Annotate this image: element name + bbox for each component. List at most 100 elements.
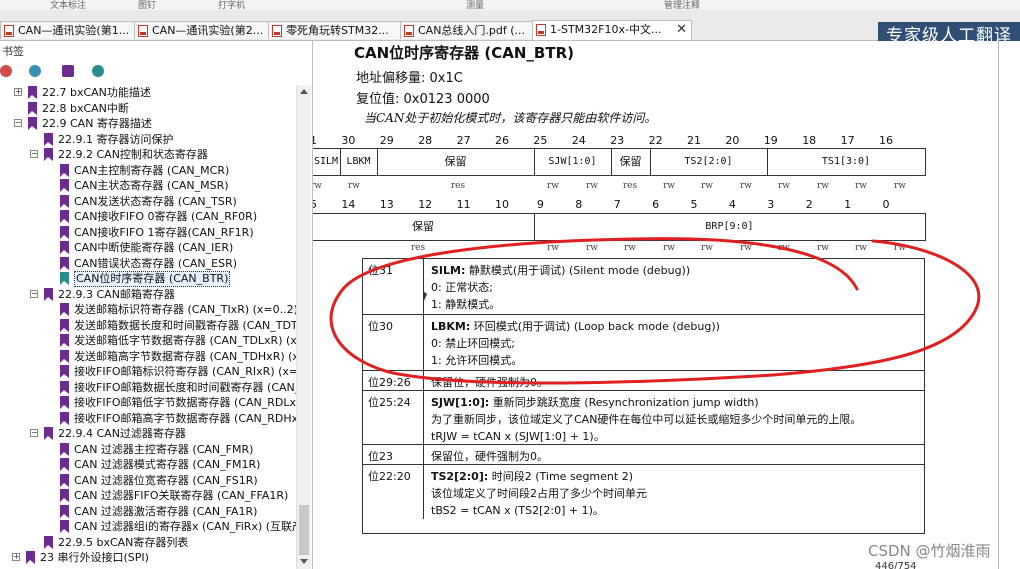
bookmark-icon (60, 210, 69, 223)
bookmark-icon (60, 489, 69, 502)
bookmark-icon (60, 349, 69, 363)
bookmark-label: CAN 过滤器模式寄存器 (CAN_FM1R) (74, 458, 261, 471)
bookmark-icon (60, 318, 69, 332)
bookmark-icon (60, 163, 69, 177)
bookmark-label: 23 串行外设接口(SPI) (40, 551, 149, 564)
pdf-icon (404, 25, 414, 37)
pdf-icon (272, 25, 282, 37)
scroll-up-icon[interactable] (300, 89, 308, 94)
bookmark-label: 发送邮箱高字节数据寄存器 (CAN_TDHxR) (x=0..2) (74, 349, 296, 363)
bookmark-icon (44, 535, 53, 549)
bookmark-label: CAN接收FIFO 0寄存器 (CAN_RF0R) (74, 210, 258, 223)
bookmark-icon (60, 473, 69, 487)
expand-icon[interactable]: + (14, 88, 22, 96)
bookmark-icon (60, 272, 69, 285)
bookmark-icon (44, 132, 53, 146)
tab-label: CAN—通讯实验(第2... (152, 24, 264, 37)
tab-can-exp1[interactable]: CAN—通讯实验(第1... (0, 21, 136, 39)
bookmark-label: CAN 过滤器主控寄存器 (CAN_FMR) (74, 442, 254, 456)
bookmark-label: 22.9.3 CAN邮箱寄存器 (58, 287, 175, 301)
pdf-icon (4, 25, 14, 37)
collapse-icon[interactable]: − (30, 289, 38, 298)
bookmarks-panel: 书签 +22.7 bxCAN功能描述 22.8 bxCAN中断 − 22.9 CAN … (0, 41, 313, 569)
find-bookmark-icon[interactable] (92, 65, 104, 77)
bookmark-icon (60, 256, 69, 270)
bookmark-icon (60, 241, 69, 254)
collapse-icon[interactable]: − (30, 150, 38, 158)
bookmark-label: 22.9.1 寄存器访问保护 (58, 132, 174, 146)
bookmark-icon (44, 148, 53, 161)
bookmark-icon (44, 287, 53, 301)
bookmark-label: CAN 过滤器激活寄存器 (CAN_FA1R) (74, 504, 258, 518)
bookmark-label: CAN发送状态寄存器 (CAN_TSR) (74, 194, 237, 208)
add-bookmark-icon[interactable] (29, 65, 41, 77)
expand-icon[interactable]: + (12, 553, 20, 561)
mouse-cursor (423, 291, 427, 303)
bookmark-icon (60, 396, 69, 409)
bookmark-label: 22.7 bxCAN功能描述 (42, 86, 151, 99)
bookmark-icon (28, 117, 37, 130)
bookmark-label: 接收FIFO邮箱低字节数据寄存器 (CAN_RDLxR) (74, 396, 296, 409)
collapse-icon[interactable]: − (30, 429, 38, 437)
bookmark-icon (60, 411, 69, 425)
bookmark-label: 发送邮箱低字节数据寄存器 (CAN_TDLxR) (x=0..2) (74, 334, 296, 347)
bookmark-label: 22.9.4 CAN过滤器寄存器 (58, 427, 186, 440)
bookmark-label: CAN 过滤器FIFO关联寄存器 (CAN_FFA1R) (74, 489, 289, 502)
bookmark-icon (44, 427, 53, 440)
tab-stm32-book[interactable]: 零死角玩转STM32... (268, 21, 402, 39)
tab-label: 零死角玩转STM32... (286, 24, 389, 37)
bookmark-icon (60, 504, 69, 518)
bookmark-icon (28, 101, 37, 115)
bookmark-label: CAN主状态寄存器 (CAN_MSR) (74, 179, 229, 192)
tab-label: CAN—通讯实验(第1... (18, 24, 130, 37)
bookmarks-toolbar (0, 65, 312, 83)
bookmark-label: CAN 过滤器位宽寄存器 (CAN_FS1R) (74, 473, 258, 487)
pdf-icon (536, 24, 546, 36)
scrollbar-thumb[interactable] (299, 505, 309, 555)
collapse-icon[interactable]: − (14, 119, 22, 127)
tab-label: 1-STM32F10x-中文... (550, 23, 662, 36)
bookmark-label: CAN位时序寄存器 (CAN_BTR) (74, 271, 231, 287)
bookmark-label: CAN 过滤器组i的寄存器x (CAN_FiRx) (互联产品中i=0..27) (74, 520, 296, 533)
bookmark-icon (60, 179, 69, 192)
bookmark-label: 发送邮箱标识符寄存器 (CAN_TIxR) (x=0..2) (74, 303, 296, 316)
bookmark-icon (60, 520, 69, 533)
sidebar-scrollbar[interactable] (296, 85, 311, 569)
bookmark-label: 接收FIFO邮箱数据长度和时间戳寄存器 (CAN_RDTxR) (74, 380, 296, 394)
bookmark-icon (60, 365, 69, 378)
bookmark-icon (60, 225, 69, 239)
tab-label: CAN总线入门.pdf (... (418, 24, 526, 37)
bookmark-label: 22.9.2 CAN控制和状态寄存器 (58, 148, 208, 161)
bookmark-tree: +22.7 bxCAN功能描述 22.8 bxCAN中断 − 22.9 CAN 寄存器… (0, 85, 296, 569)
scroll-down-icon[interactable] (300, 559, 308, 564)
bookmark-label: CAN主控制寄存器 (CAN_MCR) (74, 163, 230, 177)
tab-can-exp2[interactable]: CAN—通讯实验(第2... (134, 21, 270, 39)
bookmark-label: 22.9.5 bxCAN寄存器列表 (58, 535, 189, 549)
bookmark-icon (28, 86, 37, 99)
bookmark-label: 接收FIFO邮箱高字节数据寄存器 (CAN_RDHxR) (74, 411, 296, 425)
bookmark-label: 发送邮箱数据长度和时间戳寄存器 (CAN_TDTxR) (74, 318, 296, 332)
bookmark-label: 接收FIFO邮箱标识符寄存器 (CAN_RIxR) (x=0..1) (74, 365, 296, 378)
bookmark-icon (60, 380, 69, 394)
bookmark-label: 22.9 CAN 寄存器描述 (42, 117, 152, 130)
bookmark-label: CAN中断使能寄存器 (CAN_IER) (74, 241, 234, 254)
tab-can-bus-intro[interactable]: CAN总线入门.pdf (... (400, 21, 534, 39)
bookmark-label: CAN错误状态寄存器 (CAN_ESR) (74, 256, 238, 270)
red-ink-annotation (329, 237, 981, 385)
bookmark-flag-icon[interactable] (62, 65, 74, 77)
bookmark-icon (60, 303, 69, 316)
bookmark-label: CAN接收FIFO 1寄存器(CAN_RF1R) (74, 225, 254, 239)
bookmarks-title: 书签 (2, 45, 24, 58)
close-icon[interactable]: ✕ (676, 21, 687, 38)
bookmark-icon (60, 442, 69, 456)
pdf-icon (138, 25, 148, 37)
bookmark-icon (60, 194, 69, 208)
watermark: CSDN @竹烟淮雨 (868, 542, 991, 560)
tab-bar: CAN—通讯实验(第1... CAN—通讯实验(第2... 零死角玩转STM32… (0, 10, 1020, 50)
bookmark-icon (60, 458, 69, 471)
bookmark-icon (26, 551, 35, 564)
delete-bookmark-icon[interactable] (0, 65, 12, 77)
bookmark-label: 22.8 bxCAN中断 (42, 101, 129, 115)
bookmark-icon (60, 334, 69, 347)
tab-stm32f10x-manual[interactable]: 1-STM32F10x-中文... ✕ (532, 20, 692, 40)
